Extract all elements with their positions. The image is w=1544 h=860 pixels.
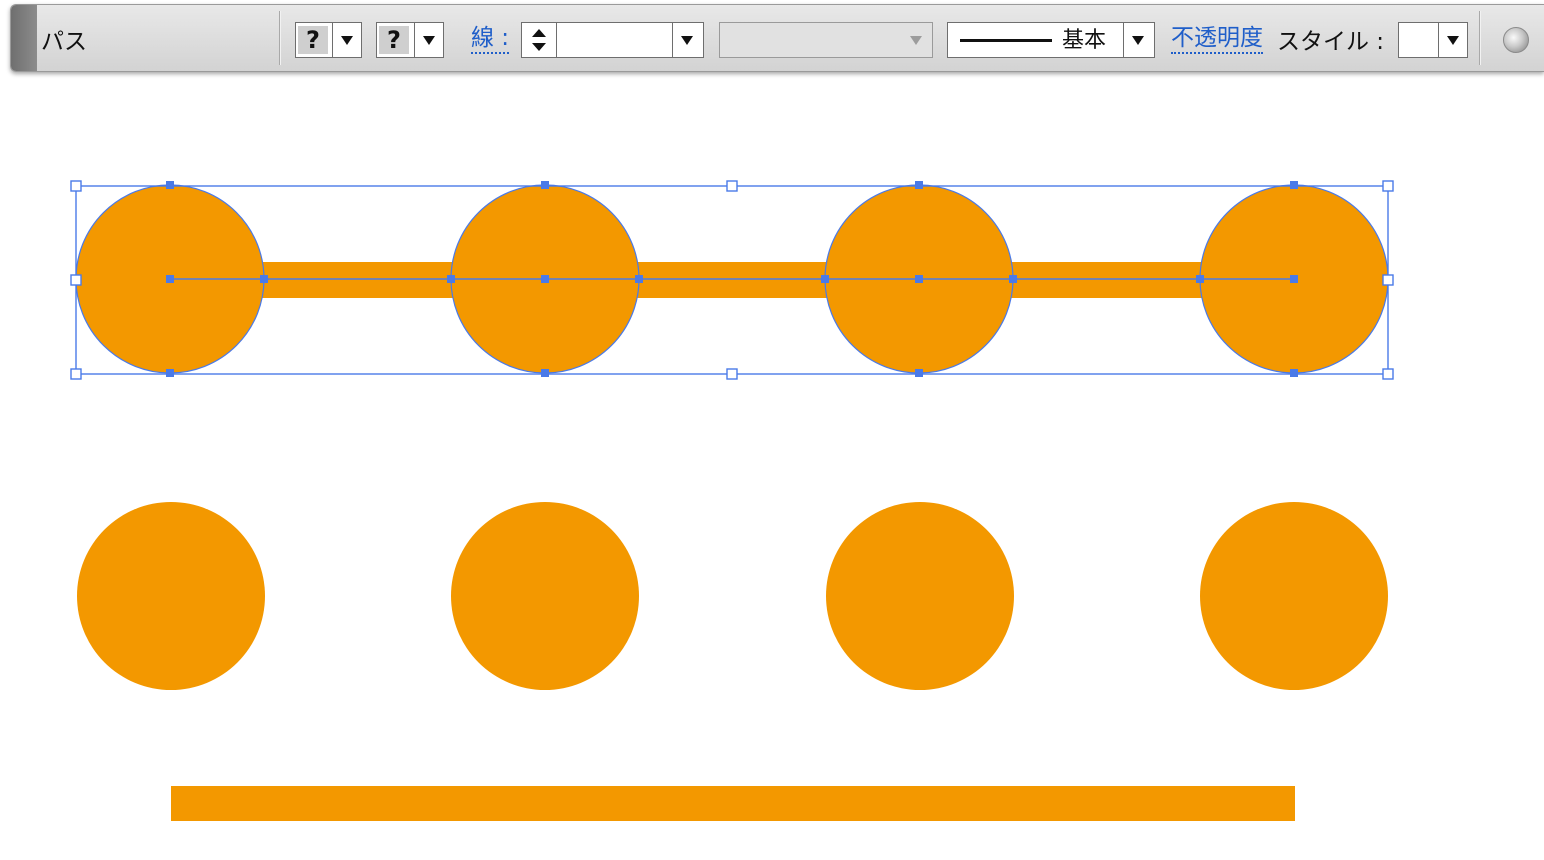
fill-swatch-dropdown[interactable]: ? — [295, 22, 362, 58]
bbox-handle — [726, 180, 738, 192]
chevron-down-icon[interactable] — [672, 23, 703, 57]
connector-bar — [170, 262, 1294, 298]
circle-3 — [826, 502, 1014, 690]
bbox-handle — [70, 180, 82, 192]
separator — [279, 11, 280, 65]
opacity-panel-link[interactable]: 不透明度 — [1171, 24, 1263, 54]
stroke-swatch: ? — [379, 26, 409, 54]
chevron-down-icon[interactable] — [1438, 23, 1467, 57]
selected-group[interactable] — [75, 184, 1389, 374]
style-label: スタイル : — [1277, 29, 1385, 55]
chevron-down-icon — [902, 23, 932, 57]
chevron-down-icon[interactable] — [414, 23, 443, 57]
circles-row[interactable] — [77, 502, 1388, 690]
graphic-style-dropdown[interactable] — [1398, 22, 1468, 58]
bbox-handle — [1382, 368, 1394, 380]
bbox-handle — [1382, 274, 1394, 286]
circle-1 — [77, 502, 265, 690]
separator — [1479, 11, 1480, 65]
stroke-weight-stepper[interactable] — [521, 22, 557, 58]
brush-profile-label: 基本 — [1062, 28, 1107, 53]
brush-stroke-preview — [960, 39, 1052, 42]
bbox-handle — [726, 368, 738, 380]
variable-width-profile-dropdown — [719, 22, 933, 58]
control-bar: パス ? ? 線 : 基本 不透明度 スタイル : — [10, 4, 1544, 72]
artboard-canvas — [70, 180, 1394, 821]
chevron-down-icon[interactable] — [1123, 23, 1154, 57]
circle-2 — [451, 502, 639, 690]
panel-grip-handle[interactable] — [11, 5, 37, 71]
bbox-handle — [1382, 180, 1394, 192]
fill-swatch: ? — [298, 26, 328, 54]
bbox-handle — [70, 368, 82, 380]
stroke-weight-field[interactable] — [556, 22, 704, 58]
stroke-panel-link[interactable]: 線 : — [471, 24, 510, 54]
bar[interactable] — [171, 786, 1295, 821]
chevron-down-icon[interactable] — [332, 23, 361, 57]
spin-down-icon[interactable] — [532, 43, 546, 51]
bbox-handle — [70, 274, 82, 286]
spin-up-icon[interactable] — [532, 29, 546, 37]
circle-4 — [1200, 502, 1388, 690]
stroke-swatch-dropdown[interactable]: ? — [376, 22, 444, 58]
brush-definition-dropdown[interactable]: 基本 — [947, 22, 1155, 58]
selection-type-label: パス — [41, 29, 87, 55]
recolor-globe-icon[interactable] — [1503, 27, 1529, 53]
